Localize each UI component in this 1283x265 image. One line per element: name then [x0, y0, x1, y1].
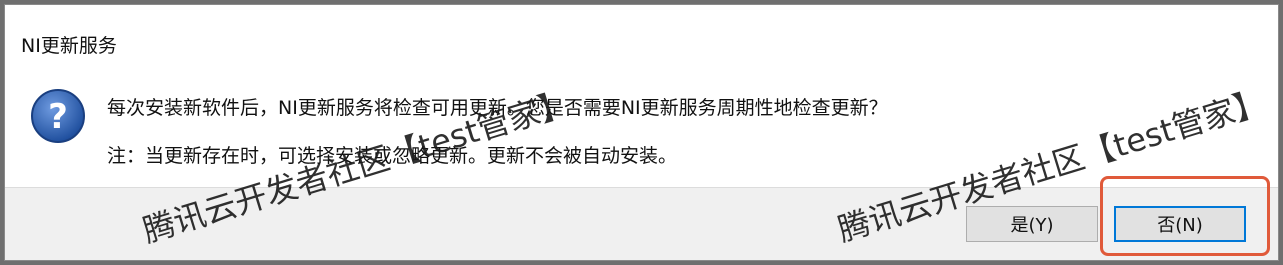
svg-text:?: ? [48, 97, 68, 137]
message-dialog: NI更新服务 ? 每次安装新软件后，NI更新服务将检查可用更新。您是否需要NI更… [4, 4, 1279, 261]
message-line-2: 注：当更新存在时，可选择安装或忽略更新。更新不会被自动安装。 [107, 145, 678, 167]
message-line-1: 每次安装新软件后，NI更新服务将检查可用更新。您是否需要NI更新服务周期性地检查… [107, 97, 888, 119]
yes-button[interactable]: 是(Y) [966, 206, 1098, 242]
question-icon-graphic: ? [31, 89, 85, 143]
button-bar: 是(Y) 否(N) [5, 187, 1278, 260]
dialog-title: NI更新服务 [21, 35, 117, 57]
no-button[interactable]: 否(N) [1114, 206, 1246, 242]
question-icon: ? [29, 87, 87, 145]
